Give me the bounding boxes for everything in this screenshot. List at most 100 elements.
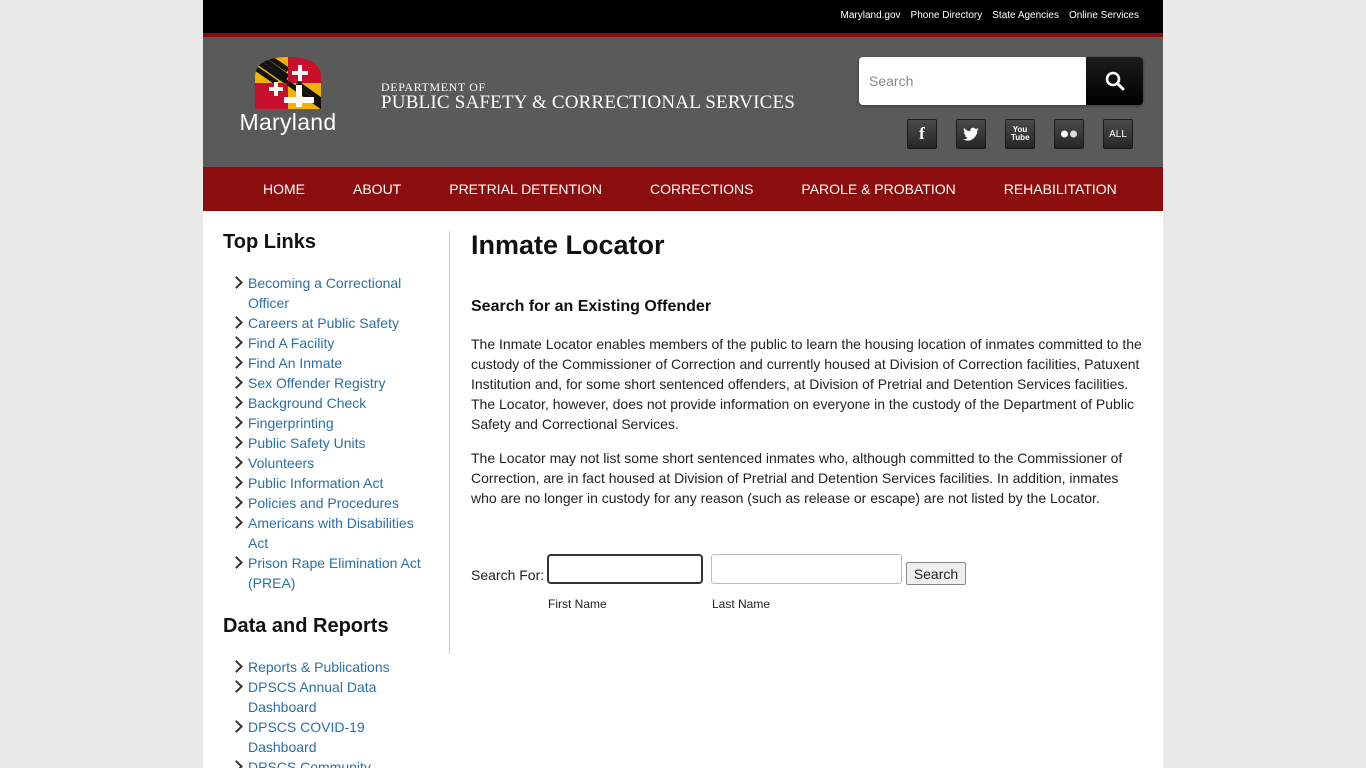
utility-bar: Maryland.gov Phone Directory State Agenc… (203, 0, 1163, 37)
last-name-label: Last Name (712, 597, 771, 611)
sidebar-link[interactable]: Americans with Disabilities Act (248, 515, 414, 551)
link-online-services[interactable]: Online Services (1069, 10, 1139, 21)
chevron-right-icon (230, 720, 243, 733)
sidebar-item-covid-dashboard: DPSCS COVID-19 Dashboard (223, 717, 431, 757)
social-links: f You Tube ALL (907, 119, 1133, 149)
all-icon: ALL (1109, 128, 1127, 140)
main-nav: HOME ABOUT PRETRIAL DETENTION CORRECTION… (203, 167, 1163, 211)
flickr-button[interactable] (1054, 119, 1084, 149)
sidebar-item-units: Public Safety Units (223, 433, 431, 453)
sidebar-link[interactable]: Find An Inmate (248, 355, 342, 371)
note-paragraph: The Locator may not list some short sent… (471, 450, 1123, 506)
all-social-button[interactable]: ALL (1103, 119, 1133, 149)
chevron-right-icon (230, 456, 243, 469)
youtube-icon: You Tube (1011, 125, 1030, 142)
sidebar-item-careers: Careers at Public Safety (223, 313, 431, 333)
youtube-button[interactable]: You Tube (1005, 119, 1035, 149)
sidebar-item-find-inmate: Find An Inmate (223, 353, 431, 373)
sidebar-item-ada: Americans with Disabilities Act (223, 513, 431, 553)
sidebar-item-fingerprinting: Fingerprinting (223, 413, 431, 433)
sidebar-link[interactable]: Sex Offender Registry (248, 375, 385, 391)
chevron-right-icon (230, 416, 243, 429)
sidebar: Top Links Becoming a Correctional Office… (223, 231, 431, 768)
sidebar-link[interactable]: DPSCS Community (248, 759, 371, 768)
link-maryland-gov[interactable]: Maryland.gov (841, 10, 901, 21)
site-header: Maryland DEPARTMENT OF PUBLIC SAFETY & C… (203, 37, 1163, 167)
chevron-right-icon (230, 496, 243, 509)
nav-about[interactable]: ABOUT (353, 181, 401, 197)
nav-rehabilitation[interactable]: REHABILITATION (1004, 181, 1117, 197)
chevron-right-icon (230, 680, 243, 693)
data-reports-list: Reports & Publications DPSCS Annual Data… (223, 657, 431, 768)
main-content: Inmate Locator Search for an Existing Of… (471, 230, 1146, 508)
department-line2: PUBLIC SAFETY & CORRECTIONAL SERVICES (381, 92, 796, 113)
site-search (859, 57, 1143, 105)
chevron-right-icon (230, 356, 243, 369)
sidebar-link[interactable]: Public Safety Units (248, 435, 366, 451)
sidebar-link[interactable]: Public Information Act (248, 475, 383, 491)
sidebar-item-pia: Public Information Act (223, 473, 431, 493)
flickr-icon (1061, 130, 1077, 138)
nav-home[interactable]: HOME (263, 181, 305, 197)
maryland-flag-icon (255, 57, 321, 109)
chevron-right-icon (230, 376, 243, 389)
chevron-right-icon (230, 276, 243, 289)
chevron-right-icon (230, 336, 243, 349)
first-name-input[interactable] (547, 554, 703, 584)
sidebar-item-find-facility: Find A Facility (223, 333, 431, 353)
facebook-button[interactable]: f (907, 119, 937, 149)
sidebar-link[interactable]: DPSCS Annual Data Dashboard (248, 679, 376, 715)
sidebar-item-sex-offender: Sex Offender Registry (223, 373, 431, 393)
nav-corrections[interactable]: CORRECTIONS (650, 181, 753, 197)
inmate-search-form: Search For: Search First Name Last Name (471, 554, 1071, 624)
chevron-right-icon (230, 660, 243, 673)
twitter-button[interactable] (956, 119, 986, 149)
sidebar-link[interactable]: DPSCS COVID-19 Dashboard (248, 719, 365, 755)
sidebar-link[interactable]: Volunteers (248, 455, 314, 471)
search-icon (1105, 71, 1124, 91)
sidebar-item-prea: Prison Rape Elimination Act (PREA) (223, 553, 431, 593)
facebook-icon: f (919, 124, 925, 143)
chevron-right-icon (230, 476, 243, 489)
chevron-right-icon (230, 516, 243, 529)
sidebar-link[interactable]: Background Check (248, 395, 366, 411)
logo-wordmark: Maryland (239, 109, 337, 135)
department-name[interactable]: DEPARTMENT OF PUBLIC SAFETY & CORRECTION… (381, 81, 795, 113)
sidebar-link[interactable]: Reports & Publications (248, 659, 390, 675)
link-phone-directory[interactable]: Phone Directory (911, 10, 983, 21)
chevron-right-icon (230, 396, 243, 409)
top-links-heading: Top Links (223, 231, 316, 253)
page-title: Inmate Locator (471, 230, 665, 260)
nav-pretrial-detention[interactable]: PRETRIAL DETENTION (449, 181, 602, 197)
sidebar-link[interactable]: Policies and Procedures (248, 495, 399, 511)
search-button[interactable] (1086, 57, 1143, 105)
sidebar-link[interactable]: Fingerprinting (248, 415, 334, 431)
sidebar-item-volunteers: Volunteers (223, 453, 431, 473)
submit-search-button[interactable]: Search (906, 562, 966, 585)
sidebar-link[interactable]: Careers at Public Safety (248, 315, 399, 331)
page: Maryland.gov Phone Directory State Agenc… (203, 0, 1163, 768)
sidebar-item-annual-dashboard: DPSCS Annual Data Dashboard (223, 677, 431, 717)
sidebar-item-policies: Policies and Procedures (223, 493, 431, 513)
chevron-right-icon (230, 556, 243, 569)
sidebar-item-community: DPSCS Community (223, 757, 431, 768)
first-name-label: First Name (548, 597, 607, 611)
search-for-label: Search For: (471, 567, 545, 583)
sidebar-item-background-check: Background Check (223, 393, 431, 413)
section-heading: Search for an Existing Offender (471, 298, 712, 315)
intro-paragraph: The Inmate Locator enables members of th… (471, 336, 1142, 432)
last-name-input[interactable] (711, 554, 902, 584)
nav-parole-probation[interactable]: PAROLE & PROBATION (801, 181, 955, 197)
sidebar-link[interactable]: Find A Facility (248, 335, 334, 351)
sidebar-item-becoming-co: Becoming a Correctional Officer (223, 273, 431, 313)
sidebar-link[interactable]: Prison Rape Elimination Act (PREA) (248, 555, 421, 591)
sidebar-item-reports: Reports & Publications (223, 657, 431, 677)
chevron-right-icon (230, 316, 243, 329)
twitter-icon (963, 127, 979, 141)
sidebar-link[interactable]: Becoming a Correctional Officer (248, 275, 401, 311)
search-input[interactable] (859, 57, 1086, 105)
link-state-agencies[interactable]: State Agencies (992, 10, 1059, 21)
column-divider (449, 231, 450, 654)
maryland-logo[interactable]: Maryland (235, 57, 345, 137)
utility-links: Maryland.gov Phone Directory State Agenc… (841, 10, 1139, 21)
